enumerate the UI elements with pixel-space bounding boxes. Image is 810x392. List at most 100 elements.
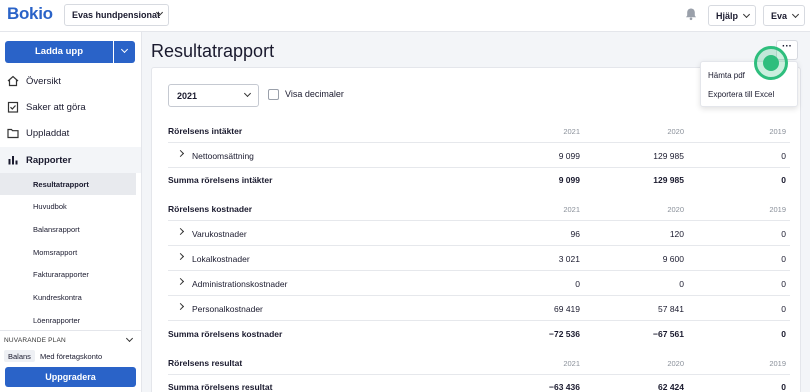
row-value: 9 099 — [558, 151, 580, 161]
upload-button[interactable]: Ladda upp — [5, 41, 113, 63]
row-value: 57 841 — [658, 304, 684, 314]
row-value: 96 — [570, 229, 580, 239]
sidebar-item-label: Rapporter — [26, 155, 72, 166]
result-header-row: Rörelsens resultat 2021 2020 2019 — [168, 350, 790, 375]
upload-options-button[interactable] — [114, 41, 135, 63]
sum-label: Summa rörelsens kostnader — [168, 329, 283, 339]
year-header: 2019 — [769, 359, 786, 368]
sidebar-item-oversikt[interactable]: Översikt — [0, 68, 141, 94]
table-row[interactable]: Personalkostnader 69 419 57 841 0 — [168, 296, 790, 321]
row-value: 0 — [679, 279, 684, 289]
page-title: Resultatrapport — [151, 41, 275, 61]
row-value: 0 — [781, 254, 786, 264]
table-row[interactable]: Lokalkostnader 3 021 9 600 0 — [168, 246, 790, 271]
chevron-down-icon — [791, 10, 800, 19]
sidebar-item-label: Uppladdat — [26, 128, 70, 139]
sum-label: Summa rörelsens intäkter — [168, 175, 273, 185]
menu-item-export-excel[interactable]: Exportera till Excel — [708, 90, 774, 99]
folder-icon — [7, 128, 19, 139]
sum-value: 0 — [781, 382, 786, 392]
table-row[interactable]: Varukostnader 96 120 0 — [168, 221, 790, 246]
section-heading: Rörelsens intäkter — [168, 126, 243, 136]
chevron-right-icon[interactable] — [176, 302, 185, 311]
year-header: 2020 — [667, 205, 684, 214]
help-label: Hjälp — [716, 11, 739, 21]
home-icon — [7, 75, 19, 87]
bar-chart-icon — [8, 156, 18, 165]
sidebar-subitem-balansrapport[interactable]: Balansrapport — [0, 218, 136, 240]
year-header: 2021 — [563, 359, 580, 368]
company-selector[interactable]: Evas hundpensionat — [64, 4, 169, 26]
sidebar-item-saker-att-gora[interactable]: Saker att göra — [0, 94, 141, 120]
plan-name: Med företagskonto — [40, 352, 103, 361]
chevron-right-icon[interactable] — [176, 227, 185, 236]
year-header: 2019 — [769, 205, 786, 214]
click-indicator-dot — [763, 55, 779, 71]
bell-icon[interactable] — [684, 7, 698, 21]
row-value: 120 — [669, 229, 684, 239]
chevron-right-icon[interactable] — [176, 149, 185, 158]
year-select[interactable]: 2021 — [168, 84, 259, 107]
income-header-row: Rörelsens intäkter 2021 2020 2019 — [168, 118, 790, 143]
sidebar-subitem-kundreskontra[interactable]: Kundreskontra — [0, 286, 136, 308]
menu-item-download-pdf[interactable]: Hämta pdf — [708, 71, 745, 80]
sidebar-item-rapporter[interactable]: Rapporter — [0, 147, 141, 173]
bokio-logo[interactable]: Bokio — [7, 4, 53, 24]
sum-value: 9 099 — [558, 175, 580, 185]
sidebar-subitem-huvudbok[interactable]: Huvudbok — [0, 195, 136, 217]
sidebar-item-uppladdat[interactable]: Uppladdat — [0, 120, 141, 146]
show-decimals-checkbox[interactable] — [268, 89, 279, 100]
row-value: 69 419 — [554, 304, 580, 314]
help-button[interactable]: Hjälp — [708, 5, 756, 26]
row-label: Nettoomsättning — [192, 151, 254, 161]
year-header: 2021 — [563, 205, 580, 214]
section-heading: Rörelsens kostnader — [168, 204, 253, 214]
user-label: Eva — [771, 11, 788, 21]
table-row[interactable]: Nettoomsättning 9 099 129 985 0 — [168, 143, 790, 168]
cost-header-row: Rörelsens kostnader 2021 2020 2019 — [168, 196, 790, 221]
show-decimals-label[interactable]: Visa decimaler — [285, 89, 344, 99]
year-select-value: 2021 — [177, 91, 198, 101]
row-value: 129 985 — [653, 151, 684, 161]
sidebar-subitem-resultatrapport[interactable]: Resultatrapport — [0, 173, 136, 195]
sidebar-item-label: Översikt — [26, 76, 61, 87]
sidebar-subitem-lonerapporter[interactable]: Löenrapporter — [0, 309, 136, 331]
year-header: 2020 — [667, 127, 684, 136]
table-row[interactable]: Administrationskostnader 0 0 0 — [168, 271, 790, 296]
row-value: 0 — [781, 279, 786, 289]
current-plan-panel: NUVARANDE PLAN Balans Med företagskonto … — [0, 330, 141, 392]
plan-badge: Balans — [4, 350, 35, 362]
sum-value: −63 436 — [549, 382, 580, 392]
year-header: 2019 — [769, 127, 786, 136]
sum-value: 0 — [781, 175, 786, 185]
section-heading: Rörelsens resultat — [168, 358, 243, 368]
sum-value: 129 985 — [653, 175, 684, 185]
chevron-right-icon[interactable] — [176, 277, 185, 286]
row-label: Administrationskostnader — [192, 279, 288, 289]
year-header: 2021 — [563, 127, 580, 136]
row-value: 0 — [575, 279, 580, 289]
sidebar-subitem-fakturarapporter[interactable]: Fakturarapporter — [0, 263, 136, 285]
sidebar: Ladda upp Översikt Saker att göra Upplad… — [0, 32, 142, 392]
chevron-down-icon — [243, 89, 252, 98]
user-menu-button[interactable]: Eva — [763, 5, 805, 26]
upgrade-button[interactable]: Uppgradera — [5, 367, 136, 387]
chevron-down-icon[interactable] — [125, 334, 134, 343]
plan-heading: NUVARANDE PLAN — [4, 337, 66, 344]
sidebar-item-label: Saker att göra — [26, 102, 86, 113]
row-label: Lokalkostnader — [192, 254, 250, 264]
chevron-down-icon — [742, 10, 751, 19]
row-value: 0 — [781, 151, 786, 161]
top-bar: Bokio Evas hundpensionat Hjälp Eva — [0, 0, 810, 32]
company-name: Evas hundpensionat — [72, 10, 161, 20]
click-indicator — [754, 46, 788, 80]
sum-value: 0 — [781, 329, 786, 339]
year-header: 2020 — [667, 359, 684, 368]
cost-sum-row: Summa rörelsens kostnader −72 536 −67 56… — [168, 321, 790, 346]
sum-value: −72 536 — [549, 329, 580, 339]
row-value: 3 021 — [558, 254, 580, 264]
sidebar-subitem-momsrapport[interactable]: Momsrapport — [0, 241, 136, 263]
chevron-right-icon[interactable] — [176, 252, 185, 261]
chevron-down-icon — [120, 45, 129, 54]
checklist-icon — [7, 101, 19, 113]
